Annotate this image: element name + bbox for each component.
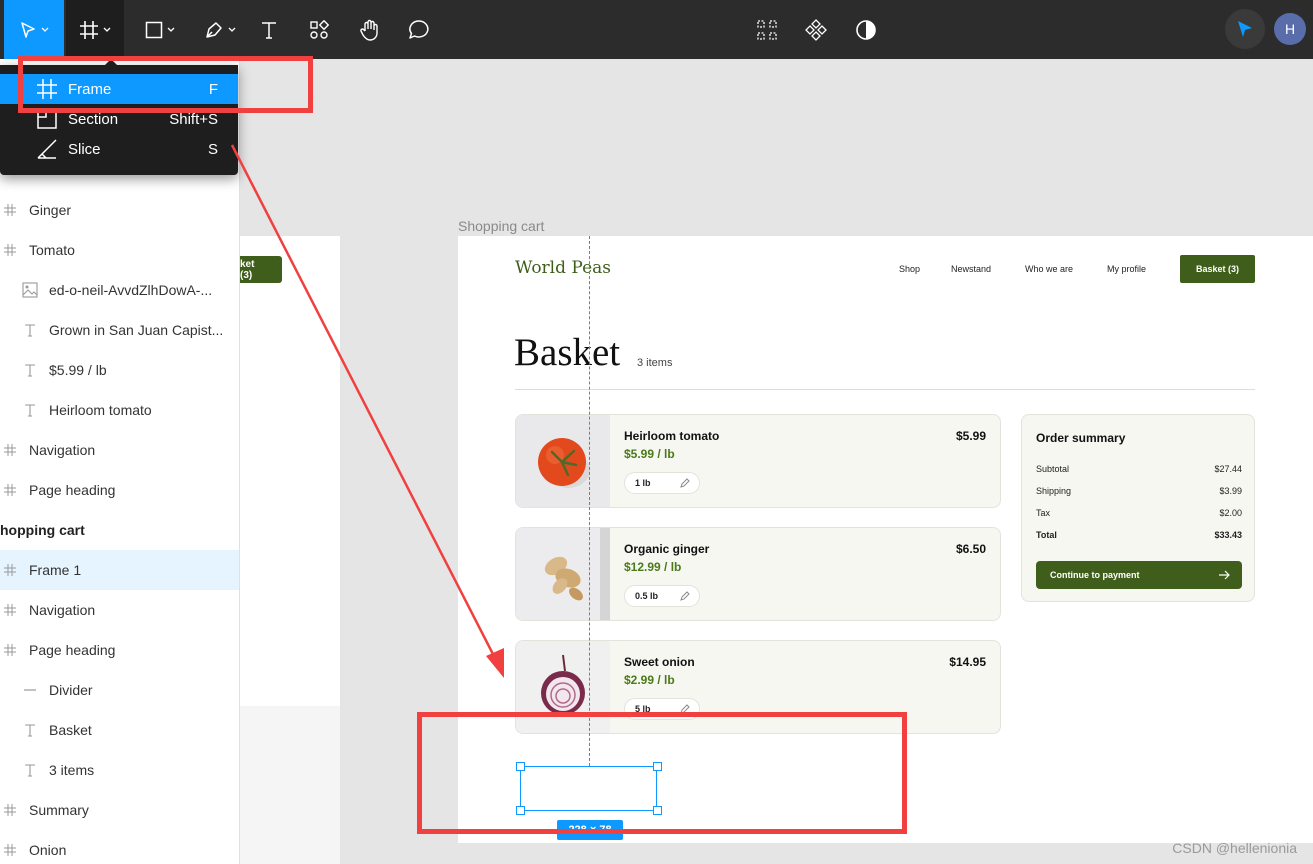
annotation-arrow xyxy=(230,144,504,678)
watermark: CSDN @hellenionia xyxy=(1172,840,1297,856)
